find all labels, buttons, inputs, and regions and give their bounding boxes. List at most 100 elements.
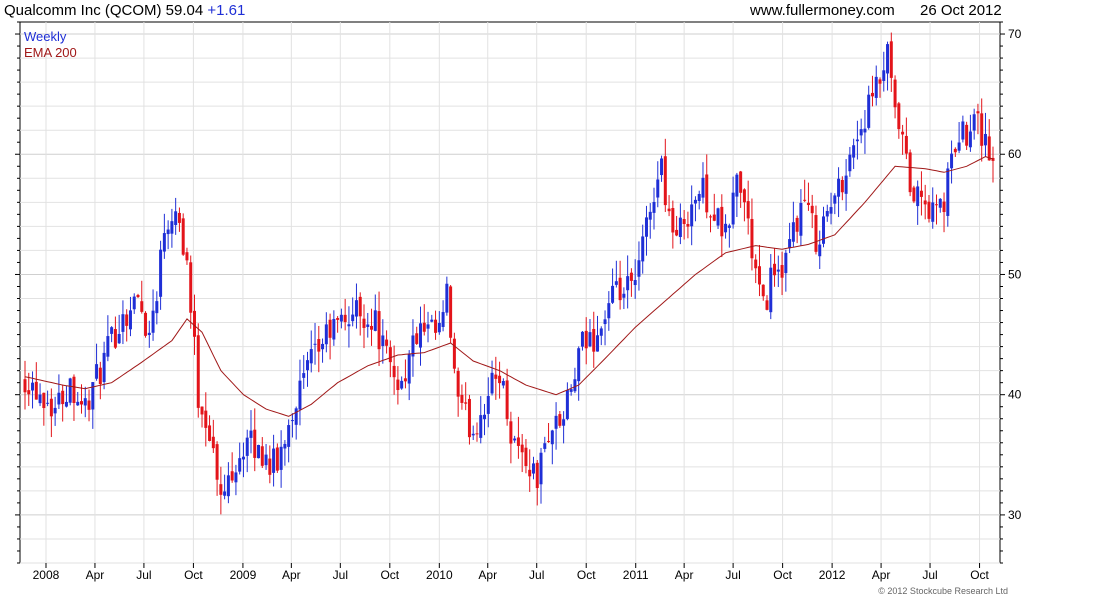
candle-body	[746, 201, 750, 219]
x-tick-label: Jul	[529, 568, 544, 582]
candle-body	[272, 448, 276, 473]
candle-body	[358, 296, 362, 317]
candle-body	[426, 324, 430, 329]
candle-body	[159, 249, 163, 297]
candle-body	[452, 338, 456, 369]
candle-body	[215, 444, 219, 480]
candle-body	[603, 319, 607, 325]
x-tick-label: 2009	[230, 568, 257, 582]
candle-body	[852, 145, 856, 158]
candle-body	[185, 252, 189, 261]
candle-body	[675, 229, 679, 236]
copyright-footer: © 2012 Stockcube Research Ltd	[878, 586, 1008, 596]
candle-body	[332, 318, 336, 340]
candle-body	[204, 410, 208, 428]
x-tick-label: Apr	[282, 568, 301, 582]
candle-body	[720, 206, 724, 237]
candle-body	[739, 171, 743, 193]
candle-body	[283, 443, 287, 449]
candle-body	[211, 436, 215, 449]
x-tick-label: Oct	[380, 568, 399, 582]
x-tick-label: Jul	[922, 568, 937, 582]
candle-body	[162, 233, 166, 252]
candle-body	[716, 208, 720, 226]
candle-body	[151, 310, 155, 333]
candle-body	[916, 186, 920, 207]
candle-body	[351, 314, 355, 322]
candle-body	[509, 421, 513, 444]
candle-body	[343, 314, 347, 323]
candle-body	[682, 219, 686, 225]
plot-frame	[19, 21, 1001, 564]
candle-body	[788, 239, 792, 249]
candle-body	[366, 324, 370, 327]
candle-body	[874, 76, 878, 98]
candle-body	[64, 401, 68, 407]
candle-body	[471, 433, 475, 436]
x-tick-label: Apr	[478, 568, 497, 582]
candle-body	[652, 201, 656, 213]
candle-body	[531, 463, 535, 474]
candle-body	[275, 447, 279, 471]
candle-body	[637, 260, 641, 277]
candle-body	[347, 324, 351, 327]
candle-body	[829, 207, 833, 214]
candle-body	[98, 367, 102, 384]
candle-body	[859, 129, 863, 136]
candle-body	[769, 267, 773, 313]
candle-body	[724, 223, 728, 233]
candle-body	[257, 444, 261, 459]
legend-label: Weekly	[24, 29, 67, 44]
candle-body	[385, 339, 389, 346]
candle-body	[735, 174, 739, 197]
candle-body	[132, 296, 136, 310]
candle-body	[91, 382, 95, 410]
candle-body	[953, 148, 957, 153]
candle-body	[648, 211, 652, 220]
candle-body	[87, 400, 91, 410]
candle-body	[245, 437, 249, 456]
candle-body	[516, 437, 520, 446]
candle-body	[505, 380, 509, 420]
candle-body	[705, 174, 709, 213]
x-tick-label: Apr	[86, 568, 105, 582]
candle-body	[106, 336, 110, 357]
candle-body	[61, 390, 65, 405]
candle-body	[422, 322, 426, 332]
candle-body	[117, 333, 121, 344]
candle-body	[121, 314, 125, 332]
candle-body	[803, 199, 807, 201]
candle-body	[102, 352, 106, 383]
candle-body	[287, 425, 291, 447]
candle-body	[528, 469, 532, 477]
candle-body	[893, 79, 897, 108]
candle-body	[957, 142, 961, 151]
candle-body	[486, 396, 490, 414]
candle-body	[678, 217, 682, 238]
candle-body	[727, 225, 731, 228]
x-tick-label: Oct	[970, 568, 989, 582]
candle-body	[140, 301, 144, 312]
candle-body	[550, 430, 554, 445]
candle-body	[592, 328, 596, 352]
candle-body	[253, 429, 257, 458]
candle-body	[618, 277, 622, 301]
candle-body	[795, 217, 799, 232]
candle-body	[547, 440, 551, 442]
candle-body	[226, 475, 230, 497]
candle-body	[965, 124, 969, 146]
candle-body	[919, 190, 923, 197]
candle-body	[196, 335, 200, 408]
candle-body	[53, 407, 57, 414]
candle-body	[460, 394, 464, 403]
candle-body	[483, 414, 487, 420]
candle-body	[565, 389, 569, 420]
candle-body	[814, 215, 818, 252]
candle-body	[181, 218, 185, 255]
candle-body	[27, 390, 31, 395]
candle-body	[219, 484, 223, 495]
y-tick-label: 30	[1008, 508, 1022, 522]
candle-body	[742, 189, 746, 203]
candle-body	[520, 444, 524, 453]
candle-body	[983, 133, 987, 146]
